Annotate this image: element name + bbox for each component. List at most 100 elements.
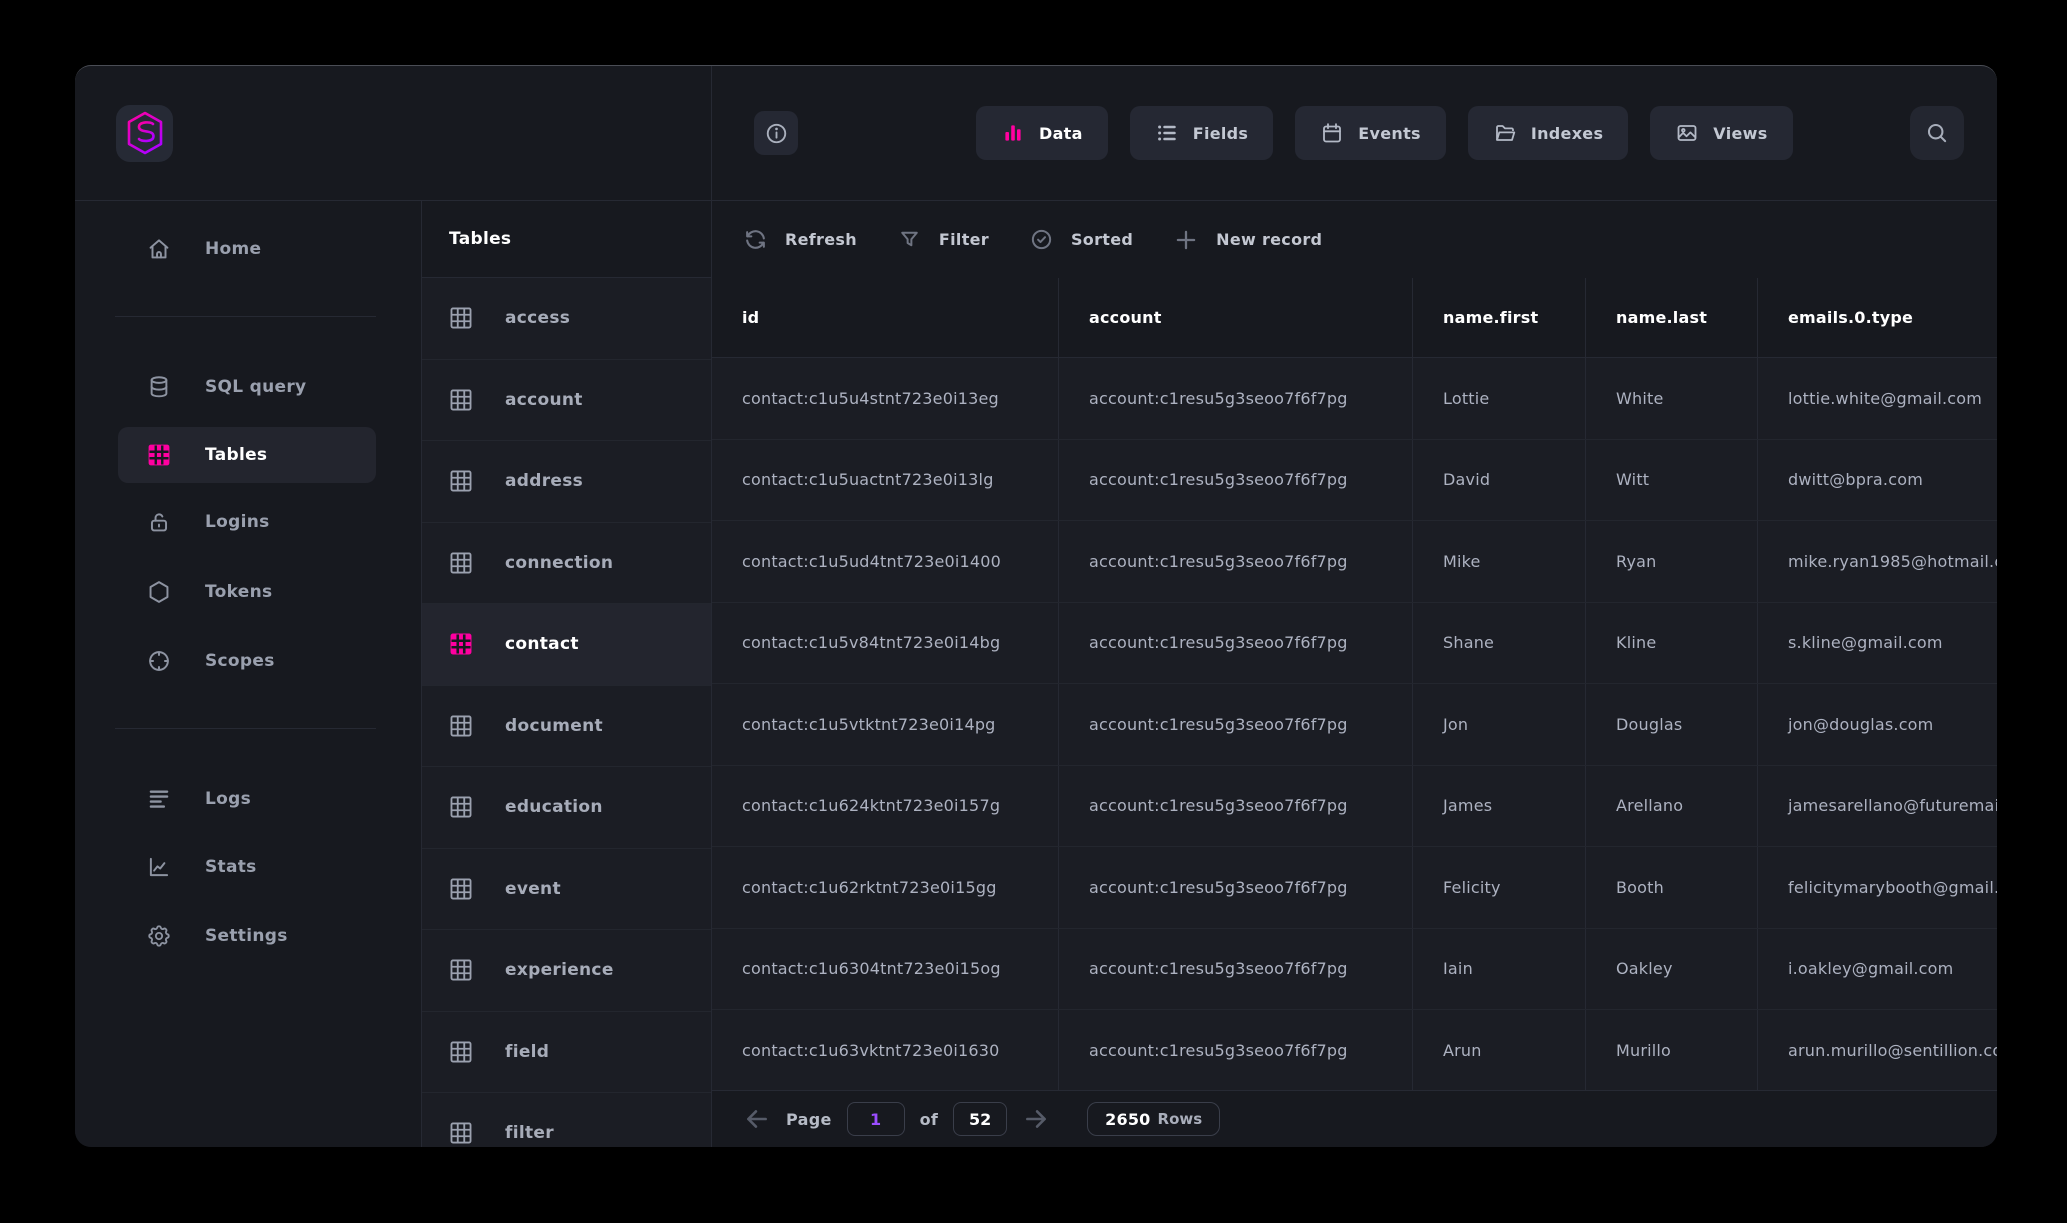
cell-email: i.oakley@gmail.com	[1758, 929, 1997, 1010]
table-row[interactable]: contact:c1u5u4stnt723e0i13eg account:c1r…	[712, 358, 1997, 440]
cell-name-first: Lottie	[1413, 358, 1586, 439]
filter-button[interactable]: Filter	[897, 227, 989, 252]
cell-name-first: Iain	[1413, 929, 1586, 1010]
search-icon	[1924, 120, 1950, 146]
circle-check-icon	[1029, 227, 1054, 252]
tab-events[interactable]: Events	[1295, 106, 1446, 160]
table-name: address	[505, 471, 583, 491]
cell-email: jamesarellano@futuremail.com	[1758, 766, 1997, 847]
table-name: field	[505, 1042, 549, 1062]
cell-id: contact:c1u63vktnt723e0i1630	[712, 1010, 1059, 1091]
sidebar-item-label: Tables	[205, 445, 267, 465]
tab-views[interactable]: Views	[1650, 106, 1792, 160]
table-list-item-experience[interactable]: experience	[422, 930, 711, 1012]
sidebar-item-label: Home	[205, 239, 261, 259]
pagination-bar: Page of 2650 Rows	[712, 1090, 1997, 1147]
sidebar-item-logs[interactable]: Logs	[118, 771, 376, 827]
table-list-item-contact[interactable]: contact	[422, 604, 711, 686]
table-row[interactable]: contact:c1u6304tnt723e0i15og account:c1r…	[712, 929, 1997, 1011]
tab-label: Indexes	[1531, 124, 1603, 143]
cell-name-first: James	[1413, 766, 1586, 847]
sidebar-item-stats[interactable]: Stats	[118, 839, 376, 895]
cell-email: s.kline@gmail.com	[1758, 603, 1997, 684]
sidebar-item-sql-query[interactable]: SQL query	[118, 359, 376, 415]
column-header-id[interactable]: id	[712, 278, 1059, 357]
previous-page-button[interactable]	[743, 1106, 771, 1132]
app-logo-button[interactable]	[116, 105, 173, 162]
table-list-item-filter[interactable]: filter	[422, 1093, 711, 1147]
cell-email: dwitt@bpra.com	[1758, 440, 1997, 521]
table-row[interactable]: contact:c1u5ud4tnt723e0i1400 account:c1r…	[712, 521, 1997, 603]
plus-icon	[1173, 227, 1199, 253]
search-button[interactable]	[1910, 106, 1964, 160]
table-list-item-access[interactable]: access	[422, 278, 711, 360]
cell-account: account:c1resu5g3seoo7f6f7pg	[1059, 358, 1413, 439]
cell-name-last: Oakley	[1586, 929, 1758, 1010]
sidebar-item-home[interactable]: Home	[118, 221, 376, 277]
table-grid-icon	[448, 1039, 474, 1065]
total-pages-field[interactable]	[953, 1102, 1007, 1136]
cell-account: account:c1resu5g3seoo7f6f7pg	[1059, 440, 1413, 521]
table-list-item-account[interactable]: account	[422, 360, 711, 442]
column-header-emails-type[interactable]: emails.0.type	[1758, 278, 1997, 357]
sidebar-item-label: Logs	[205, 789, 251, 809]
table-row[interactable]: contact:c1u5v84tnt723e0i14bg account:c1r…	[712, 603, 1997, 685]
column-header-account[interactable]: account	[1059, 278, 1413, 357]
table-list-item-event[interactable]: event	[422, 849, 711, 931]
cell-name-last: Ryan	[1586, 521, 1758, 602]
cell-account: account:c1resu5g3seoo7f6f7pg	[1059, 847, 1413, 928]
tab-fields[interactable]: Fields	[1130, 106, 1274, 160]
bar-chart-icon	[1001, 121, 1025, 145]
page-number-input[interactable]	[847, 1102, 905, 1136]
cell-name-last: Kline	[1586, 603, 1758, 684]
table-row[interactable]: contact:c1u5vtktnt723e0i14pg account:c1r…	[712, 684, 1997, 766]
sidebar-item-tables[interactable]: Tables	[118, 427, 376, 483]
tab-indexes[interactable]: Indexes	[1468, 106, 1628, 160]
window-body: Home SQL query	[75, 201, 1997, 1147]
next-page-button[interactable]	[1022, 1106, 1050, 1132]
table-list-item-field[interactable]: field	[422, 1012, 711, 1094]
lock-open-icon	[146, 509, 172, 535]
table-name: filter	[505, 1123, 554, 1143]
refresh-button[interactable]: Refresh	[743, 227, 857, 252]
sidebar: Home SQL query	[75, 201, 421, 1147]
table-list-item-address[interactable]: address	[422, 441, 711, 523]
sidebar-item-logins[interactable]: Logins	[118, 494, 376, 550]
table-grid-icon	[448, 1120, 474, 1146]
cell-name-last: Booth	[1586, 847, 1758, 928]
table-row[interactable]: contact:c1u624ktnt723e0i157g account:c1r…	[712, 766, 1997, 848]
cell-name-first: Arun	[1413, 1010, 1586, 1091]
sorted-toggle[interactable]: Sorted	[1029, 227, 1133, 252]
record-explorer: Refresh Filter Sor	[712, 201, 1997, 1147]
folder-icon	[1493, 121, 1517, 145]
column-header-name-first[interactable]: name.first	[1413, 278, 1586, 357]
table-row[interactable]: contact:c1u63vktnt723e0i1630 account:c1r…	[712, 1010, 1997, 1092]
table-name: contact	[505, 634, 579, 654]
cell-name-last: Witt	[1586, 440, 1758, 521]
tables-list: access account address connection contac…	[422, 278, 711, 1147]
table-list-item-connection[interactable]: connection	[422, 523, 711, 605]
filter-funnel-icon	[897, 227, 922, 252]
sidebar-item-label: Tokens	[205, 582, 272, 602]
sidebar-item-scopes[interactable]: Scopes	[118, 633, 376, 689]
sidebar-divider	[115, 728, 376, 729]
new-record-button[interactable]: New record	[1173, 227, 1322, 253]
tab-data[interactable]: Data	[976, 106, 1108, 160]
sidebar-item-settings[interactable]: Settings	[118, 908, 376, 964]
table-list-item-education[interactable]: education	[422, 767, 711, 849]
tables-panel-title: Tables	[422, 201, 711, 278]
info-button[interactable]	[754, 111, 798, 155]
tables-panel: Tables access account address connection	[421, 201, 712, 1147]
cell-name-last: Douglas	[1586, 684, 1758, 765]
table-row[interactable]: contact:c1u5uactnt723e0i13lg account:c1r…	[712, 440, 1997, 522]
sidebar-item-tokens[interactable]: Tokens	[118, 564, 376, 620]
table-row[interactable]: contact:c1u62rktnt723e0i15gg account:c1r…	[712, 847, 1997, 929]
table-name: education	[505, 797, 603, 817]
target-icon	[146, 648, 172, 674]
cell-email: arun.murillo@sentillion.com	[1758, 1010, 1997, 1091]
filter-label: Filter	[939, 230, 989, 249]
cell-account: account:c1resu5g3seoo7f6f7pg	[1059, 1010, 1413, 1091]
table-list-item-document[interactable]: document	[422, 686, 711, 768]
column-header-name-last[interactable]: name.last	[1586, 278, 1758, 357]
sorted-label: Sorted	[1071, 230, 1133, 249]
